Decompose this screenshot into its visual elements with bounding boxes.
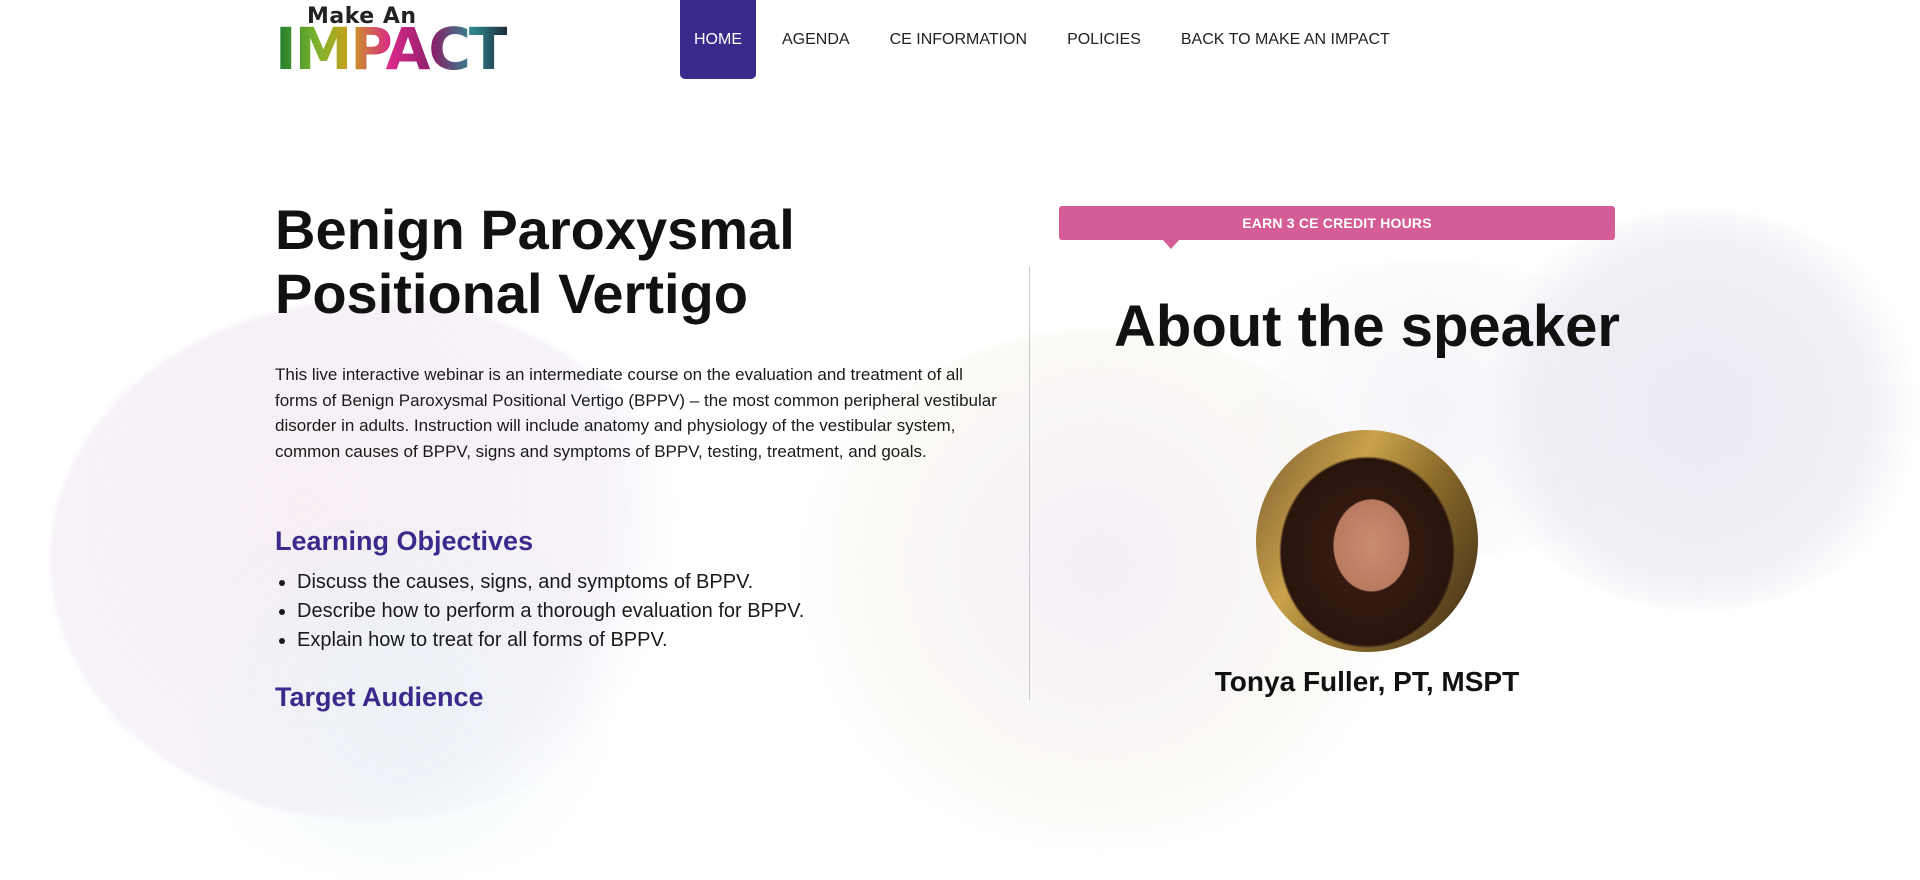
credit-hours-banner: EARN 3 CE CREDIT HOURS [1059,206,1615,249]
logo-line2: IMPACT [275,15,508,83]
learning-objectives-heading: Learning Objectives [275,526,534,556]
nav-back-to-make-an-impact[interactable]: BACK TO MAKE AN IMPACT [1167,0,1404,79]
nav-policies[interactable]: POLICIES [1053,0,1155,79]
course-title: Benign Paroxysmal Positional Vertigo [275,198,795,325]
speaker-photo [1256,430,1478,652]
target-audience-heading: Target Audience [275,682,484,712]
objectives-list: Discuss the causes, signs, and symptoms … [275,568,804,655]
make-an-impact-logo[interactable]: Make An IMPACT [275,4,547,80]
nav-ce-information[interactable]: CE INFORMATION [876,0,1041,79]
about-speaker-heading: About the speaker [1114,294,1620,359]
speaker-name: Tonya Fuller, PT, MSPT [1214,666,1520,697]
objective-item: Explain how to treat for all forms of BP… [297,626,804,655]
column-divider [1029,267,1030,700]
nav-agenda[interactable]: AGENDA [768,0,864,79]
objective-item: Discuss the causes, signs, and symptoms … [297,568,804,597]
main-nav: HOME AGENDA CE INFORMATION POLICIES BACK… [680,0,1416,79]
course-intro: This live interactive webinar is an inte… [275,365,997,461]
objective-item: Describe how to perform a thorough evalu… [297,597,804,626]
nav-home[interactable]: HOME [680,0,756,79]
site-header: Make An IMPACT HOME AGENDA CE INFORMATIO… [0,0,1920,90]
background-blob [1470,210,1920,610]
